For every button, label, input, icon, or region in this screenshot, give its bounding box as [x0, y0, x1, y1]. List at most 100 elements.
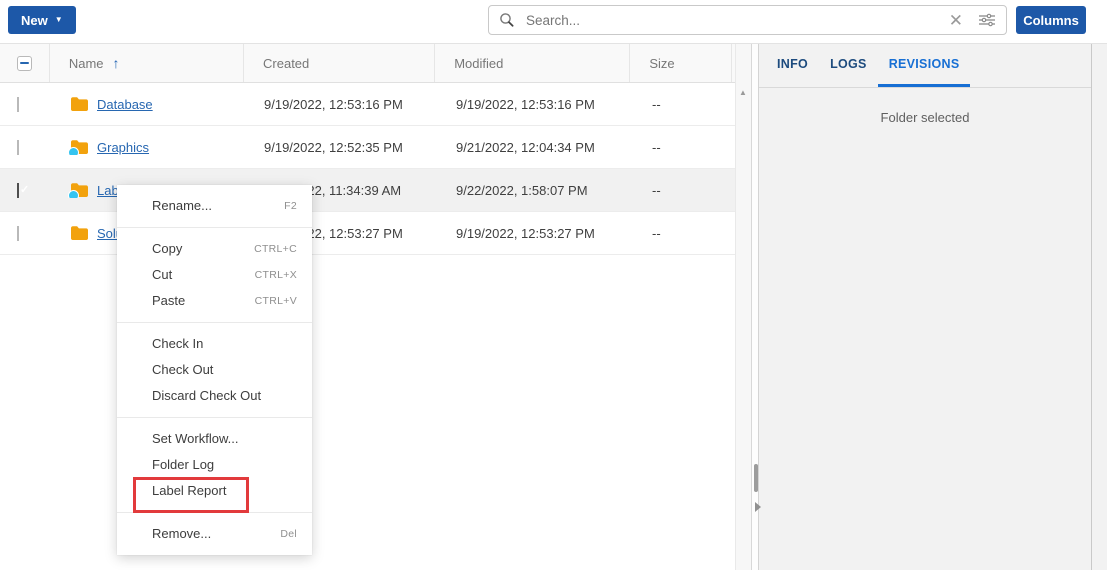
- details-panel: INFOLOGSREVISIONS Folder selected: [758, 44, 1107, 570]
- row-size: --: [633, 226, 735, 241]
- menu-item-label: Set Workflow...: [152, 426, 238, 452]
- panel-scrollbar[interactable]: [1091, 44, 1107, 570]
- menu-separator: [117, 512, 312, 513]
- folder-icon: [70, 182, 89, 198]
- menu-item-set-workflow[interactable]: Set Workflow...: [117, 426, 312, 452]
- row-size: --: [633, 140, 735, 155]
- toolbar: New ▼ ✕ Columns: [0, 0, 1107, 44]
- menu-separator: [117, 322, 312, 323]
- table-row[interactable]: Graphics 9/19/2022, 12:52:35 PM 9/21/202…: [0, 126, 735, 169]
- table-scrollbar[interactable]: ▲: [735, 44, 751, 570]
- menu-separator: [117, 227, 312, 228]
- caret-down-icon: ▼: [55, 16, 63, 24]
- row-modified: 9/19/2022, 12:53:16 PM: [437, 97, 633, 112]
- search-box[interactable]: ✕: [488, 5, 1007, 35]
- sort-ascending-icon: ↑: [113, 55, 120, 71]
- row-name-cell: Database: [50, 96, 245, 112]
- menu-item-check-in[interactable]: Check In: [117, 331, 312, 357]
- row-modified: 9/22/2022, 1:58:07 PM: [437, 183, 633, 198]
- table-row[interactable]: Lab 9/22/2022, 11:34:39 AM 9/22/2022, 1:…: [0, 169, 735, 212]
- row-checkbox[interactable]: [17, 226, 19, 241]
- details-tabs: INFOLOGSREVISIONS: [759, 44, 1107, 88]
- menu-separator: [117, 417, 312, 418]
- filter-sliders-icon[interactable]: [978, 12, 996, 28]
- menu-item-label: Check In: [152, 331, 203, 357]
- menu-item-shortcut: CTRL+X: [255, 262, 297, 288]
- menu-item-cut[interactable]: Cut CTRL+X: [117, 262, 312, 288]
- menu-item-remove[interactable]: Remove... Del: [117, 521, 312, 547]
- search-icon: [499, 12, 515, 28]
- row-modified: 9/19/2022, 12:53:27 PM: [437, 226, 633, 241]
- folder-link[interactable]: Lab: [97, 183, 119, 198]
- column-header-modified[interactable]: Modified: [435, 44, 630, 82]
- new-button[interactable]: New ▼: [8, 6, 76, 34]
- row-name-cell: Graphics: [50, 139, 245, 155]
- column-header-modified-label: Modified: [454, 56, 503, 71]
- menu-item-label: Label Report: [152, 478, 226, 504]
- row-checkbox[interactable]: [17, 183, 19, 198]
- row-checkbox[interactable]: [17, 97, 19, 112]
- row-size: --: [633, 183, 735, 198]
- menu-item-shortcut: CTRL+V: [255, 288, 297, 314]
- collapse-right-icon[interactable]: [755, 502, 761, 512]
- row-checkbox-cell: [0, 183, 50, 198]
- folder-icon: [70, 139, 89, 155]
- menu-item-label: Folder Log: [152, 452, 214, 478]
- file-table: Name ↑ Created Modified Size Database: [0, 44, 751, 570]
- menu-item-label: Discard Check Out: [152, 383, 261, 409]
- row-checkbox-cell: [0, 140, 50, 155]
- row-size: --: [633, 97, 735, 112]
- status-badge: [68, 190, 79, 198]
- select-all-cell: [0, 44, 50, 82]
- menu-item-label: Paste: [152, 288, 185, 314]
- table-header-row: Name ↑ Created Modified Size: [0, 44, 751, 83]
- table-row[interactable]: Solu 9/19/2022, 12:53:27 PM 9/19/2022, 1…: [0, 212, 735, 255]
- panel-message: Folder selected: [759, 110, 1091, 125]
- column-header-size-label: Size: [649, 56, 674, 71]
- column-header-created[interactable]: Created: [244, 44, 435, 82]
- search-input[interactable]: [524, 12, 943, 29]
- select-all-checkbox[interactable]: [17, 56, 32, 71]
- status-badge: [68, 147, 79, 155]
- menu-item-paste[interactable]: Paste CTRL+V: [117, 288, 312, 314]
- menu-item-folder-log[interactable]: Folder Log: [117, 452, 312, 478]
- row-checkbox-cell: [0, 226, 50, 241]
- menu-item-check-out[interactable]: Check Out: [117, 357, 312, 383]
- menu-item-label-report[interactable]: Label Report: [117, 478, 312, 504]
- tab-revisions[interactable]: REVISIONS: [878, 44, 971, 87]
- columns-button[interactable]: Columns: [1016, 6, 1086, 34]
- new-button-label: New: [21, 13, 48, 28]
- row-created: 9/19/2022, 12:52:35 PM: [245, 140, 437, 155]
- menu-item-label: Cut: [152, 262, 172, 288]
- menu-item-label: Copy: [152, 236, 182, 262]
- column-header-size[interactable]: Size: [630, 44, 732, 82]
- menu-item-label: Check Out: [152, 357, 213, 383]
- menu-item-discard-check-out[interactable]: Discard Check Out: [117, 383, 312, 409]
- close-icon[interactable]: ✕: [949, 12, 963, 29]
- row-created: 9/19/2022, 12:53:16 PM: [245, 97, 437, 112]
- folder-link[interactable]: Database: [97, 97, 153, 112]
- menu-item-copy[interactable]: Copy CTRL+C: [117, 236, 312, 262]
- tab-logs[interactable]: LOGS: [819, 44, 878, 87]
- folder-link[interactable]: Graphics: [97, 140, 149, 155]
- menu-item-label: Remove...: [152, 521, 211, 547]
- menu-item-shortcut: Del: [280, 521, 297, 547]
- scroll-up-icon[interactable]: ▲: [739, 88, 747, 97]
- column-header-name-label: Name: [69, 56, 104, 71]
- context-menu: Rename... F2 Copy CTRL+C Cut CTRL+X Paste CTRL+…: [117, 185, 312, 555]
- menu-item-rename[interactable]: Rename... F2: [117, 193, 312, 219]
- tab-info[interactable]: INFO: [766, 44, 819, 87]
- table-row[interactable]: Database 9/19/2022, 12:53:16 PM 9/19/202…: [0, 83, 735, 126]
- folder-icon: [70, 225, 89, 241]
- row-checkbox[interactable]: [17, 140, 19, 155]
- app-window: New ▼ ✕ Columns: [0, 0, 1107, 570]
- menu-item-shortcut: F2: [284, 193, 297, 219]
- menu-item-label: Rename...: [152, 193, 212, 219]
- columns-button-label: Columns: [1023, 13, 1079, 28]
- column-header-created-label: Created: [263, 56, 309, 71]
- row-modified: 9/21/2022, 12:04:34 PM: [437, 140, 633, 155]
- folder-icon: [70, 96, 89, 112]
- splitter-handle[interactable]: [754, 464, 758, 492]
- menu-item-shortcut: CTRL+C: [254, 236, 297, 262]
- column-header-name[interactable]: Name ↑: [50, 44, 244, 82]
